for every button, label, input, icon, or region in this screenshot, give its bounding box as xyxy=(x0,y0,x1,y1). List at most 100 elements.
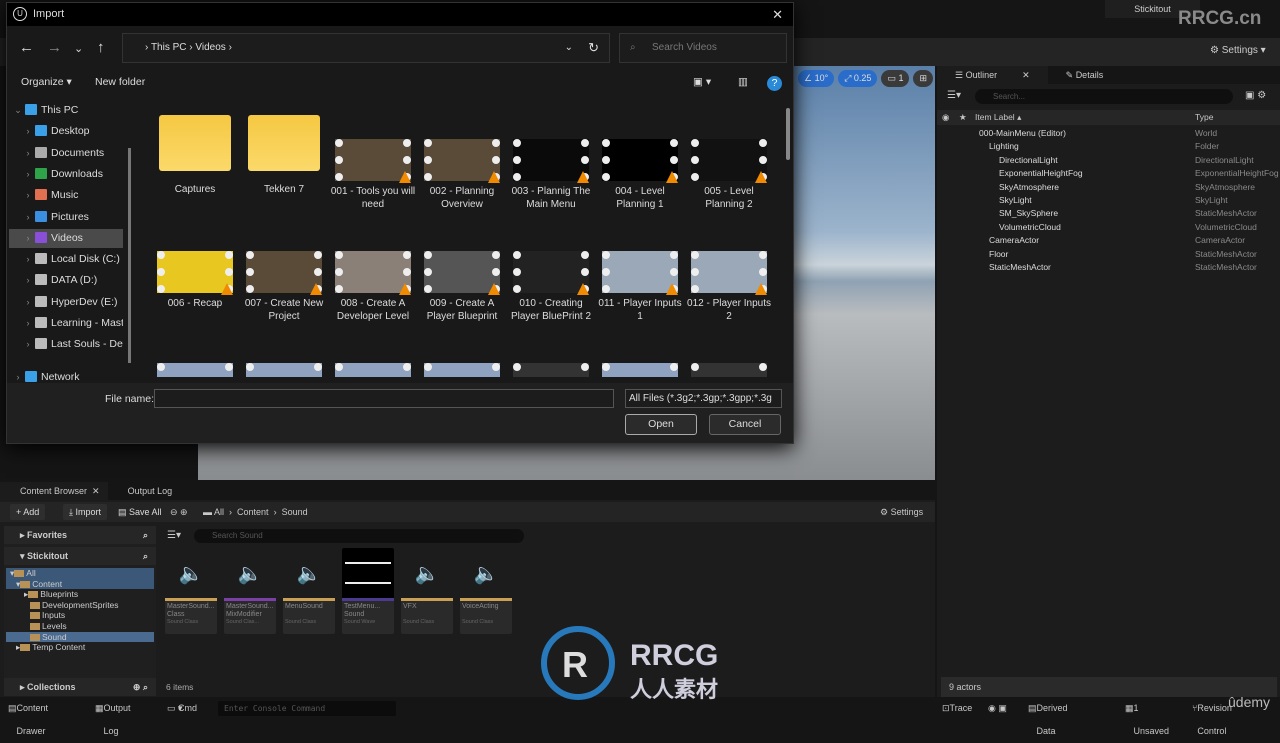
outliner-row[interactable]: SM_SkySphere StaticMeshActor xyxy=(937,207,1280,220)
nav-item[interactable]: › Last Souls - Deve xyxy=(9,335,123,354)
column-type[interactable]: Type xyxy=(1195,110,1213,125)
help-icon[interactable]: ? xyxy=(767,76,782,91)
video-file-item[interactable]: 007 - Create New Project xyxy=(240,251,328,323)
tab-details[interactable]: ✎ Details xyxy=(1048,66,1122,84)
rotation-snap[interactable]: ∠ 10° xyxy=(798,70,835,87)
outliner-row[interactable]: StaticMeshActor StaticMeshActor xyxy=(937,261,1280,274)
tree-blueprints[interactable]: ▸ Blueprints xyxy=(6,589,154,600)
nav-item[interactable]: › Downloads xyxy=(9,165,123,184)
add-folder-icon[interactable]: ▣ ⚙ xyxy=(1245,90,1266,101)
nav-item[interactable]: › Learning - Maste xyxy=(9,314,123,333)
folder-item[interactable]: Captures xyxy=(151,115,239,196)
console-input[interactable]: Enter Console Command xyxy=(218,701,396,716)
tree-levels[interactable]: Levels xyxy=(6,621,154,632)
outliner-row[interactable]: Floor StaticMeshActor xyxy=(937,248,1280,261)
video-file-item[interactable]: 009 - Create A Player Blueprint xyxy=(418,251,506,323)
folder-item[interactable]: Tekken 7 xyxy=(240,115,328,196)
address-bar[interactable]: › This PC › Videos › ⌄ ↻ xyxy=(122,33,610,63)
outliner-search-input[interactable]: Search... xyxy=(975,89,1233,104)
asset-tile[interactable]: 🔈 VFX Sound Class xyxy=(401,548,453,634)
file-type-select[interactable]: All Files (*.3g2;*.3gp;*.3gpp;*.3g xyxy=(625,389,782,408)
grid-scrollbar[interactable] xyxy=(786,108,790,160)
chevron-right-icon[interactable]: › xyxy=(21,271,35,290)
nav-item[interactable]: › DATA (D:) xyxy=(9,271,123,290)
crumb-content[interactable]: Content xyxy=(237,507,269,517)
layout-icon[interactable]: ⊞ xyxy=(913,70,934,87)
filter-icon[interactable]: ☰▾ xyxy=(947,90,961,101)
nav-item[interactable]: ⌄ This PC xyxy=(9,101,123,120)
asset-tile[interactable]: TestMenu... Sound Sound Wave xyxy=(342,548,394,634)
trace-button[interactable]: ⊡ Trace xyxy=(942,697,972,720)
nav-item[interactable]: › Desktop xyxy=(9,122,123,141)
outliner-row[interactable]: DirectionalLight DirectionalLight xyxy=(937,154,1280,167)
forward-button[interactable]: → xyxy=(47,39,62,56)
asset-tile[interactable]: 🔈 MenuSound Sound Class xyxy=(283,548,335,634)
outliner-row[interactable]: Lighting Folder xyxy=(937,140,1280,153)
nav-item[interactable]: › Local Disk (C:) xyxy=(9,250,123,269)
outliner-row[interactable]: SkyLight SkyLight xyxy=(937,194,1280,207)
favorites-section[interactable]: ▸ Favorites ⌕ xyxy=(4,526,156,544)
revision-control-button[interactable]: ⑂ Revision Control xyxy=(1192,697,1232,736)
content-drawer-button[interactable]: ▤ Content Drawer xyxy=(8,697,48,736)
video-file-item[interactable]: 012 - Player Inputs 2 xyxy=(685,251,773,323)
chevron-right-icon[interactable]: › xyxy=(21,122,35,141)
video-file-item[interactable] xyxy=(596,363,684,377)
chevron-right-icon[interactable]: › xyxy=(21,314,35,333)
project-section[interactable]: ▾ Stickitout ⌕ xyxy=(4,547,156,565)
video-file-item[interactable]: 004 - Level Planning 1 xyxy=(596,139,684,211)
save-all-button[interactable]: ▤ Save All xyxy=(112,504,168,520)
history-back-icon[interactable]: ⊖ ⊕ xyxy=(170,502,188,522)
video-file-item[interactable]: 005 - Level Planning 2 xyxy=(685,139,773,211)
back-button[interactable]: ← xyxy=(19,39,34,56)
file-name-input[interactable] xyxy=(154,389,614,408)
close-button[interactable]: ✕ xyxy=(772,3,783,26)
outliner-row[interactable]: ExponentialHeightFog ExponentialHeightFog xyxy=(937,167,1280,180)
video-file-item[interactable]: 003 - Plannig The Main Menu xyxy=(507,139,595,211)
chevron-right-icon[interactable]: › xyxy=(21,335,35,354)
tree-sound[interactable]: Sound xyxy=(6,631,154,643)
crumb-all[interactable]: All xyxy=(214,507,224,517)
tree-all[interactable]: ▾ All xyxy=(6,568,154,579)
nav-item[interactable]: › HyperDev (E:) xyxy=(9,293,123,312)
up-button[interactable]: ↑ xyxy=(97,39,105,56)
outliner-row[interactable]: SkyAtmosphere SkyAtmosphere xyxy=(937,181,1280,194)
tree-inputs[interactable]: Inputs xyxy=(6,610,154,621)
derived-data-button[interactable]: ▤ Derived Data xyxy=(1028,697,1068,736)
camera-speed[interactable]: ▭ 1 xyxy=(881,70,910,87)
output-log-button[interactable]: ▦ Output Log xyxy=(95,697,131,736)
view-options-icon[interactable]: ▣ ▾ xyxy=(693,76,711,88)
chevron-down-icon[interactable]: ⌄ xyxy=(565,34,573,62)
video-file-item[interactable] xyxy=(418,363,506,377)
video-file-item[interactable] xyxy=(507,363,595,377)
organize-menu[interactable]: Organize ▾ xyxy=(21,76,72,88)
new-folder-button[interactable]: New folder xyxy=(95,76,145,88)
video-file-item[interactable]: 001 - Tools you will need xyxy=(329,139,417,211)
asset-tile[interactable]: 🔈 MasterSound... MixModifier Sound Clas... xyxy=(224,548,276,634)
outliner-row[interactable]: CameraActor CameraActor xyxy=(937,234,1280,247)
tab-output-log[interactable]: Output Log xyxy=(108,482,181,500)
chevron-right-icon[interactable]: › xyxy=(21,250,35,269)
chevron-right-icon[interactable]: › xyxy=(21,165,35,184)
video-file-item[interactable] xyxy=(151,363,239,377)
video-file-item[interactable]: 010 - Creating Player BluePrint 2 xyxy=(507,251,595,323)
cmd-dropdown[interactable]: ▭ Cmd ▾ xyxy=(167,697,197,720)
video-file-item[interactable] xyxy=(685,363,773,377)
open-button[interactable]: Open xyxy=(625,414,697,435)
tree-temp-content[interactable]: ▸ Temp Content xyxy=(6,642,154,653)
asset-tile[interactable]: 🔈 VoiceActing Sound Class xyxy=(460,548,512,634)
outliner-row[interactable]: 000-MainMenu (Editor) World xyxy=(937,127,1280,140)
tree-content[interactable]: ▾ Content xyxy=(6,578,154,590)
settings-button[interactable]: ⚙ Settings ▾ xyxy=(1210,45,1266,56)
cancel-button[interactable]: Cancel xyxy=(709,414,781,435)
outliner-row[interactable]: VolumetricCloud VolumetricCloud xyxy=(937,221,1280,234)
search-videos-input[interactable]: ⌕ Search Videos xyxy=(619,33,787,63)
video-file-item[interactable]: 008 - Create A Developer Level xyxy=(329,251,417,323)
column-item-label[interactable]: Item Label ▴ xyxy=(975,110,1021,125)
scale-snap[interactable]: ⤢ 0.25 xyxy=(838,70,878,87)
chevron-right-icon[interactable]: › xyxy=(21,144,35,163)
nav-item[interactable]: › Videos xyxy=(9,228,123,248)
nav-scrollbar[interactable] xyxy=(128,148,131,363)
nav-item[interactable]: › Pictures xyxy=(9,208,123,227)
chevron-right-icon[interactable]: › xyxy=(21,208,35,227)
asset-search-input[interactable]: Search Sound xyxy=(194,529,524,543)
